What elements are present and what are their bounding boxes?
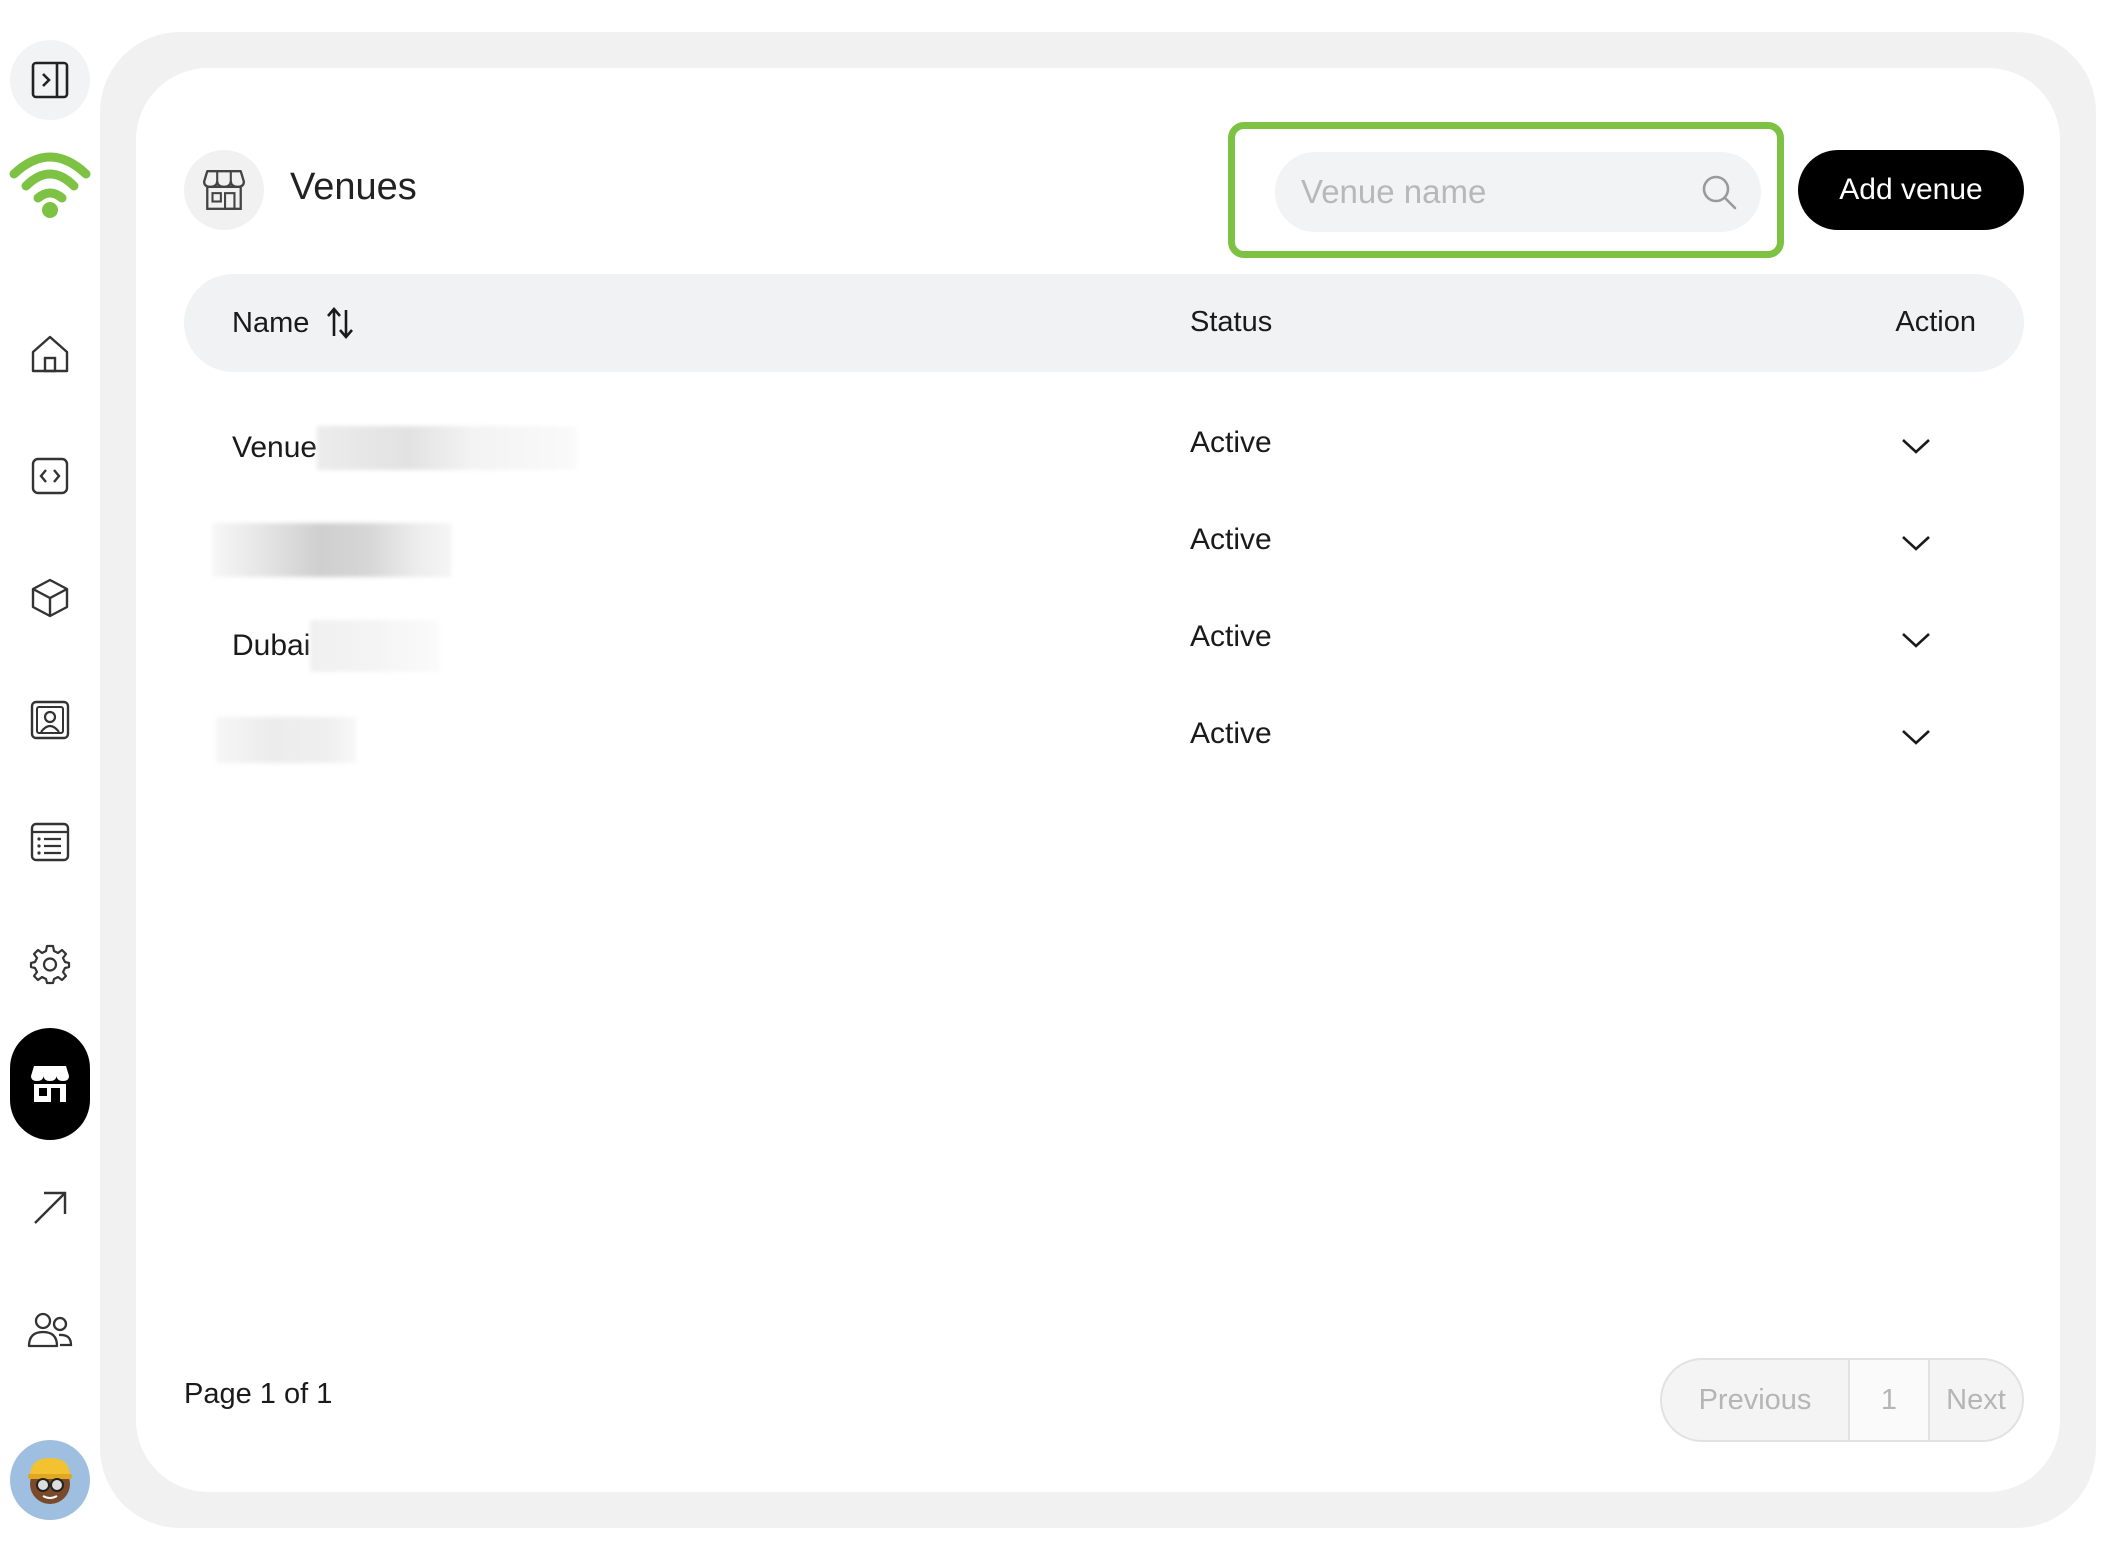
- redacted-text: [317, 426, 578, 470]
- code-icon: [31, 457, 69, 495]
- previous-button[interactable]: Previous: [1662, 1360, 1850, 1440]
- contact-icon: [30, 700, 70, 740]
- search-icon[interactable]: [1699, 172, 1739, 212]
- page-number-button[interactable]: 1: [1850, 1360, 1930, 1440]
- sidebar-item-users[interactable]: [10, 1290, 90, 1370]
- redacted-text: [216, 717, 356, 763]
- brand-logo[interactable]: [8, 148, 92, 220]
- venue-name-cell: Dubai: [232, 620, 441, 672]
- chevron-down-icon: [1902, 439, 1930, 454]
- venues-card: Venues Add venue Name: [136, 68, 2060, 1492]
- next-button[interactable]: Next: [1930, 1360, 2022, 1440]
- gear-icon: [29, 944, 71, 985]
- column-action-header: Action: [1895, 306, 1976, 338]
- venue-name-cell: [212, 523, 452, 577]
- row-expand-button[interactable]: [1894, 618, 1938, 662]
- panel-toggle-icon: [31, 61, 69, 99]
- chevron-down-icon: [1902, 730, 1930, 745]
- sidebar-item-settings[interactable]: [10, 924, 90, 1004]
- column-status-header: Status: [1190, 306, 1273, 338]
- table-header: Name Status Action: [184, 274, 2024, 372]
- chevron-down-icon: [1902, 536, 1930, 551]
- status-cell: Active: [1190, 426, 1272, 459]
- search-field[interactable]: [1275, 152, 1761, 232]
- add-venue-button[interactable]: Add venue: [1798, 150, 2024, 230]
- column-name-header[interactable]: Name: [232, 306, 355, 340]
- home-icon: [31, 335, 69, 373]
- avatar-icon: [28, 1458, 72, 1504]
- arrow-up-right-icon: [34, 1191, 67, 1224]
- pagination: Previous 1 Next: [1660, 1358, 2024, 1442]
- sidebar-item-contacts[interactable]: [10, 680, 90, 760]
- sidebar-item-reports[interactable]: [10, 802, 90, 882]
- users-icon: [27, 1312, 73, 1348]
- wifi-logo-icon: [9, 152, 91, 218]
- store-icon: [31, 1066, 69, 1102]
- chevron-down-icon: [1902, 633, 1930, 648]
- row-expand-button[interactable]: [1894, 424, 1938, 468]
- sidebar-item-products[interactable]: [10, 558, 90, 638]
- sidebar-item-embed[interactable]: [10, 436, 90, 516]
- table-row[interactable]: Active: [184, 495, 2024, 592]
- venue-name-cell: [216, 717, 356, 763]
- box-icon: [31, 578, 69, 618]
- sidebar-item-home[interactable]: [10, 314, 90, 394]
- row-expand-button[interactable]: [1894, 521, 1938, 565]
- main-frame: Venues Add venue Name: [100, 32, 2096, 1528]
- list-icon: [30, 822, 70, 862]
- venue-name: Dubai: [232, 629, 311, 662]
- status-cell: Active: [1190, 523, 1272, 556]
- sidebar-item-venues[interactable]: [10, 1028, 90, 1140]
- status-cell: Active: [1190, 620, 1272, 653]
- search-input[interactable]: [1301, 173, 1701, 211]
- sidebar-toggle-button[interactable]: [10, 40, 90, 120]
- page-title: Venues: [290, 166, 417, 208]
- venue-name: Venue: [232, 431, 318, 464]
- store-icon: [202, 170, 246, 210]
- redacted-text: [212, 523, 452, 577]
- row-expand-button[interactable]: [1894, 715, 1938, 759]
- sort-icon[interactable]: [325, 306, 355, 340]
- venue-name-cell: Venue: [232, 426, 578, 470]
- status-cell: Active: [1190, 717, 1272, 750]
- table-row[interactable]: Venue Active: [184, 398, 2024, 495]
- search-highlight: [1228, 122, 1784, 258]
- page-icon: [184, 150, 264, 230]
- redacted-text: [310, 620, 441, 672]
- sidebar: [0, 0, 100, 1556]
- page-info: Page 1 of 1: [184, 1378, 333, 1410]
- table-row[interactable]: Dubai Active: [184, 592, 2024, 689]
- table-row[interactable]: Active: [184, 689, 2024, 786]
- user-avatar[interactable]: [10, 1440, 90, 1520]
- sidebar-item-external[interactable]: [10, 1168, 90, 1248]
